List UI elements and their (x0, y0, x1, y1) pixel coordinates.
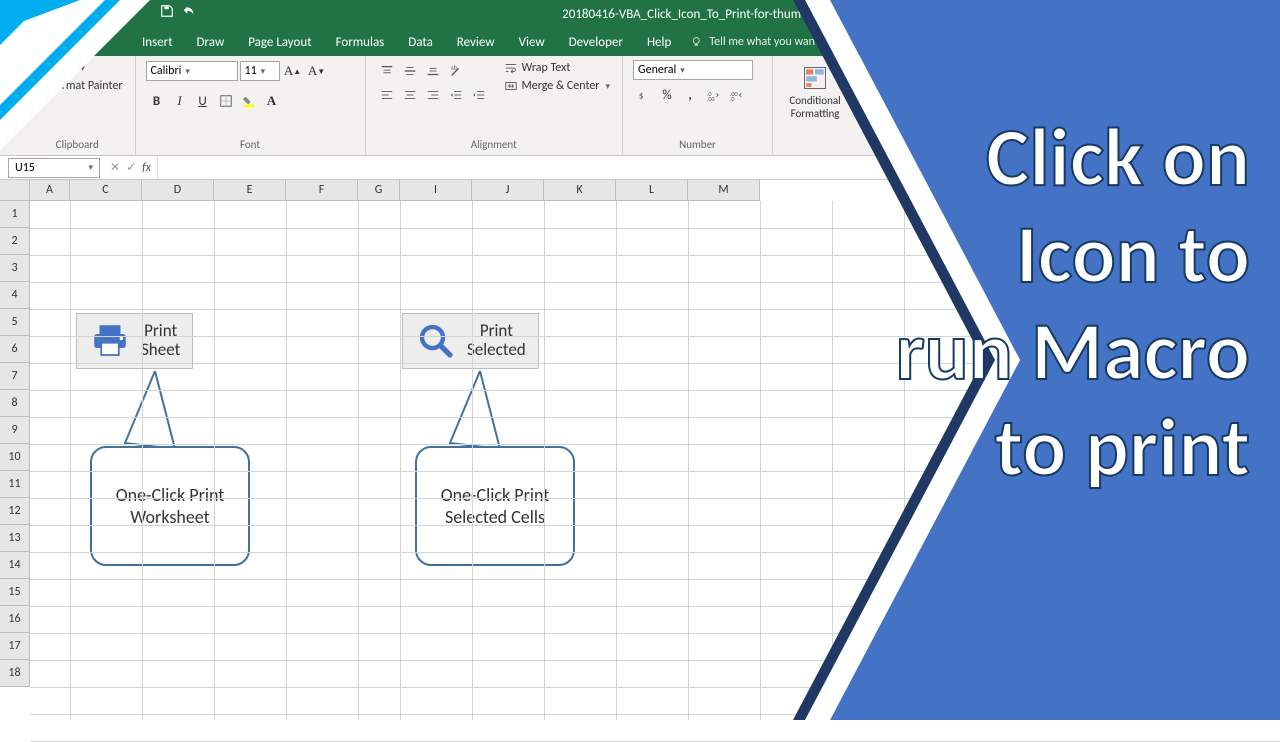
font-color-button[interactable]: A (261, 90, 283, 112)
row-header[interactable]: 5 (0, 309, 30, 336)
magnifier-icon (415, 320, 457, 362)
copy-icon (32, 61, 46, 75)
font-name-combo[interactable]: Calibri▾ (146, 61, 238, 81)
group-clipboard: Copy▾ Format Painter Clipboard (20, 56, 136, 155)
column-header[interactable]: K (544, 180, 616, 201)
row-header[interactable]: 16 (0, 606, 30, 633)
group-label-clipboard: Clipboard (30, 138, 125, 153)
printer-icon (89, 320, 131, 362)
row-header[interactable]: 1 (0, 201, 30, 228)
tab-developer[interactable]: Developer (557, 28, 635, 56)
row-header[interactable]: 18 (0, 660, 30, 687)
overlay-line: to print (896, 400, 1250, 497)
select-all-corner[interactable] (0, 180, 30, 201)
align-top-icon[interactable] (376, 60, 398, 82)
align-left-icon[interactable] (376, 84, 398, 106)
wrap-icon (504, 61, 518, 75)
thumbnail-overlay: Click on Icon to run Macro to print (685, 0, 1280, 720)
row-header[interactable]: 2 (0, 228, 30, 255)
tab-formulas[interactable]: Formulas (324, 28, 397, 56)
tab-draw[interactable]: Draw (185, 28, 237, 56)
italic-button[interactable]: I (169, 90, 191, 112)
align-middle-icon[interactable] (399, 60, 421, 82)
column-header[interactable]: D (142, 180, 214, 201)
row-header[interactable]: 8 (0, 390, 30, 417)
fill-color-button[interactable] (238, 90, 260, 112)
decrease-font-icon[interactable]: A▼ (306, 60, 328, 82)
paintbrush-icon (32, 79, 46, 93)
bold-button[interactable]: B (146, 90, 168, 112)
column-header[interactable]: G (358, 180, 400, 201)
cancel-icon[interactable]: ✕ (110, 160, 120, 175)
overlay-line: Click on (896, 110, 1250, 207)
column-header[interactable]: C (70, 180, 142, 201)
column-header[interactable]: E (214, 180, 286, 201)
align-bottom-icon[interactable] (422, 60, 444, 82)
row-header[interactable]: 3 (0, 255, 30, 282)
row-header[interactable]: 12 (0, 498, 30, 525)
print-sheet-macro-button[interactable]: PrintSheet (76, 313, 193, 369)
row-header[interactable]: 13 (0, 525, 30, 552)
tab-help[interactable]: Help (635, 28, 683, 56)
font-size-combo[interactable]: 11▾ (240, 61, 280, 81)
row-header[interactable]: 7 (0, 363, 30, 390)
tab-insert[interactable]: Insert (130, 28, 185, 56)
underline-button[interactable]: U (192, 90, 214, 112)
row-header[interactable]: 17 (0, 633, 30, 660)
print-selected-macro-button[interactable]: PrintSelected (402, 313, 539, 369)
tab-view[interactable]: View (507, 28, 557, 56)
accounting-format-icon[interactable]: $ (633, 84, 655, 106)
enter-icon[interactable]: ✓ (126, 160, 136, 175)
tab-review[interactable]: Review (445, 28, 507, 56)
orientation-icon[interactable]: ab (445, 60, 467, 82)
row-header[interactable]: 9 (0, 417, 30, 444)
increase-indent-icon[interactable] (468, 84, 490, 106)
callout-print-worksheet: One-Click Print Worksheet (90, 446, 250, 566)
column-header[interactable]: J (472, 180, 544, 201)
overlay-line: run Macro (896, 304, 1250, 401)
group-label-alignment: Alignment (376, 138, 613, 153)
row-header[interactable]: 4 (0, 282, 30, 309)
row-header[interactable]: 6 (0, 336, 30, 363)
row-header[interactable]: 14 (0, 552, 30, 579)
column-header[interactable]: A (30, 180, 70, 201)
format-painter-button[interactable]: Format Painter (30, 78, 125, 94)
undo-icon[interactable] (182, 4, 196, 22)
copy-button[interactable]: Copy▾ (30, 60, 125, 76)
group-label-font: Font (146, 138, 355, 153)
tab-data[interactable]: Data (396, 28, 445, 56)
increase-font-icon[interactable]: A▲ (282, 60, 304, 82)
column-header[interactable]: I (400, 180, 472, 201)
align-right-icon[interactable] (422, 84, 444, 106)
callout-print-selected: One-Click Print Selected Cells (415, 446, 575, 566)
merge-icon (504, 79, 518, 93)
overlay-line: Icon to (896, 207, 1250, 304)
wrap-text-button[interactable]: Wrap Text (502, 60, 613, 76)
column-header[interactable]: F (286, 180, 358, 201)
save-icon[interactable] (160, 4, 174, 22)
row-header[interactable]: 10 (0, 444, 30, 471)
column-header[interactable]: L (616, 180, 688, 201)
svg-text:$: $ (639, 90, 644, 102)
align-center-icon[interactable] (399, 84, 421, 106)
border-button[interactable] (215, 90, 237, 112)
row-header[interactable]: 15 (0, 579, 30, 606)
decrease-indent-icon[interactable] (445, 84, 467, 106)
percent-format-icon[interactable]: % (656, 84, 678, 106)
tab-page-layout[interactable]: Page Layout (236, 28, 323, 56)
row-header[interactable]: 11 (0, 471, 30, 498)
group-alignment: ab Wrap Text Merge & Center▾ (366, 56, 624, 155)
svg-text:ab: ab (450, 64, 456, 71)
merge-center-button[interactable]: Merge & Center▾ (502, 78, 613, 94)
group-font: Calibri▾ 11▾ A▲ A▼ B I U A Font (136, 56, 366, 155)
fx-icon[interactable]: fx (142, 161, 151, 175)
name-box[interactable]: U15▾ (8, 158, 100, 178)
